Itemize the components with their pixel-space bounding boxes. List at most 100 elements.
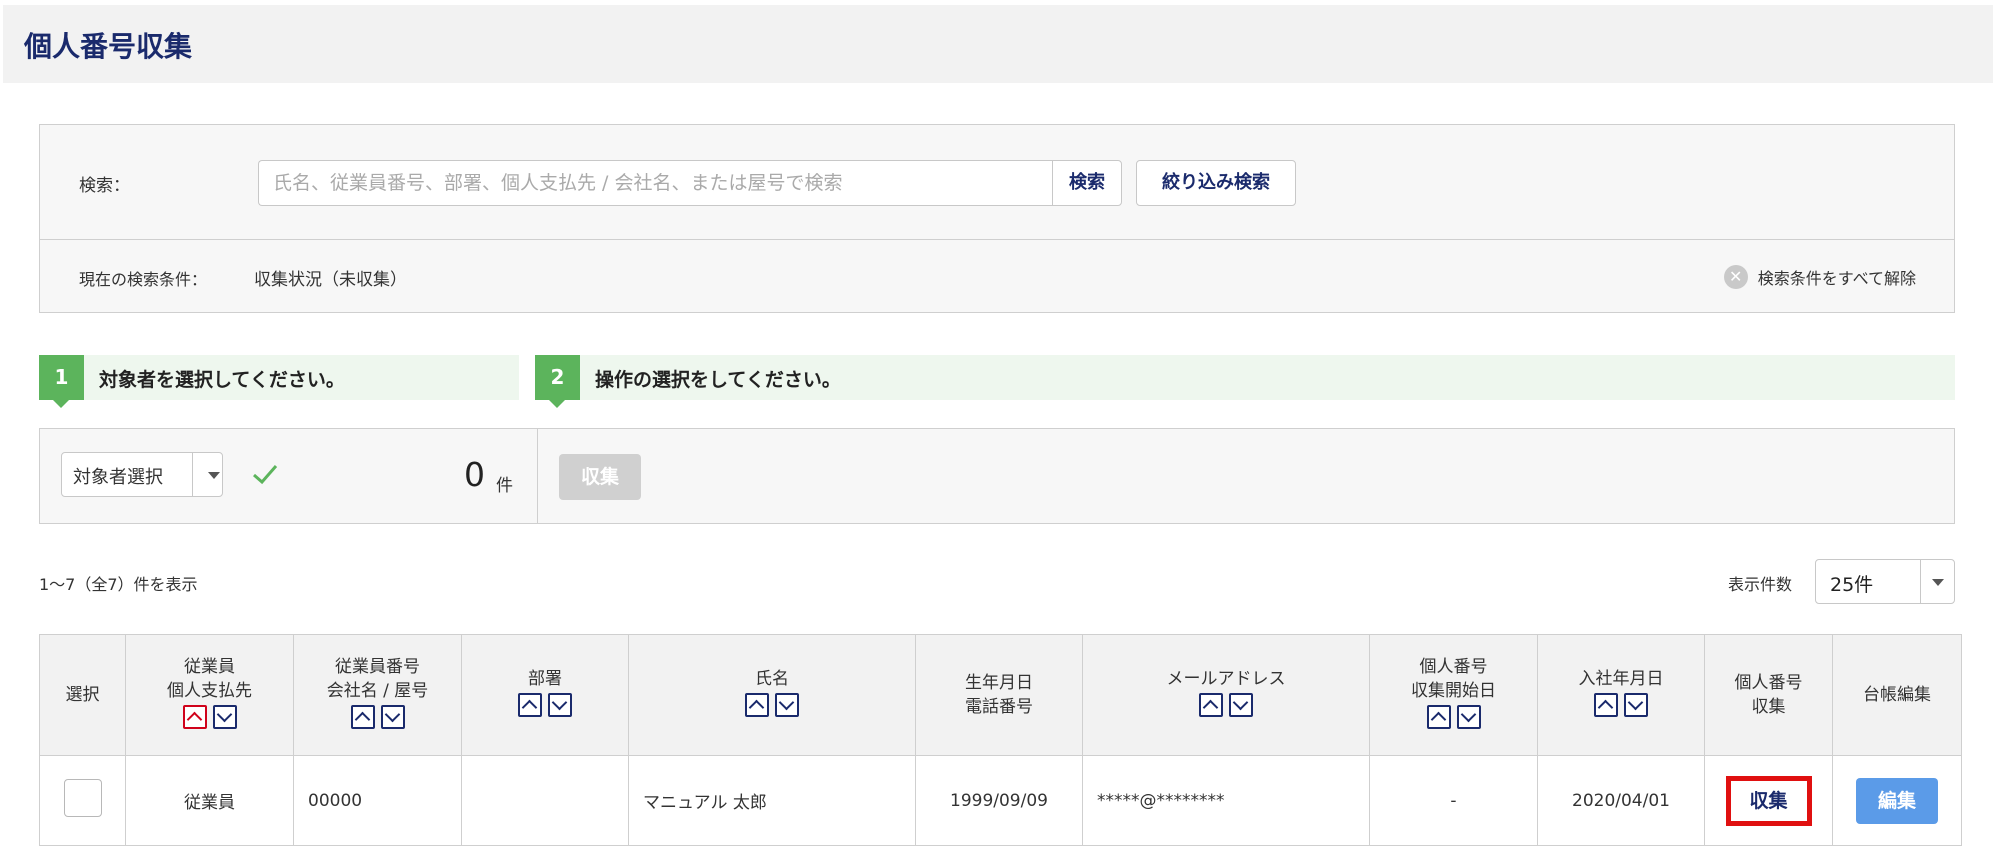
filter-search-button[interactable]: 絞り込み検索 bbox=[1136, 160, 1296, 206]
header-sublabel: 収集開始日 bbox=[1411, 680, 1496, 701]
header-label: 入社年月日 bbox=[1578, 668, 1664, 689]
selected-count: 0 bbox=[464, 455, 485, 494]
column-header-number: 従業員番号 会社名 / 屋号 bbox=[293, 634, 462, 756]
sort-ascending-icon[interactable] bbox=[1199, 692, 1223, 717]
sort-descending-icon[interactable] bbox=[1456, 704, 1481, 729]
clear-all-conditions-label[interactable]: 検索条件をすべて解除 bbox=[1758, 265, 1916, 289]
sort-descending-icon[interactable] bbox=[775, 692, 799, 717]
per-page-label: 表示件数 bbox=[1728, 575, 1793, 594]
column-header-type: 従業員 個人支払先 bbox=[125, 634, 294, 756]
sort-ascending-icon[interactable] bbox=[745, 692, 769, 717]
header-sublabel: 個人支払先 bbox=[167, 680, 252, 701]
header-sublabel: 電話番号 bbox=[965, 697, 1033, 717]
per-page-value: 25件 bbox=[1830, 574, 1874, 596]
sort-ascending-icon[interactable] bbox=[1426, 704, 1451, 729]
header-label: 従業員 bbox=[184, 656, 235, 677]
sort-controls bbox=[1199, 692, 1253, 717]
per-page-select[interactable]: 25件 bbox=[1815, 559, 1955, 604]
sort-controls bbox=[182, 704, 237, 729]
employee-table: 選択 従業員 個人支払先 従業員番号 会社名 / 屋号 部署 氏名 生年月日 電… bbox=[39, 634, 1962, 846]
cell-number: 00000 bbox=[293, 755, 462, 846]
dropdown-divider bbox=[192, 453, 193, 496]
cell-birthdate: 1999/09/09 bbox=[915, 755, 1083, 846]
sort-ascending-icon[interactable] bbox=[350, 704, 375, 729]
current-conditions-value: 収集状況（未収集） bbox=[254, 270, 407, 290]
header-sublabel: 会社名 / 屋号 bbox=[326, 680, 429, 701]
row-edit-button[interactable]: 編集 bbox=[1856, 777, 1938, 824]
cell-hire-date: 2020/04/01 bbox=[1537, 755, 1705, 846]
collect-button-disabled[interactable]: 収集 bbox=[559, 454, 641, 500]
table-header-row: 選択 従業員 個人支払先 従業員番号 会社名 / 屋号 部署 氏名 生年月日 電… bbox=[39, 634, 1962, 756]
clear-circle-icon[interactable]: ✕ bbox=[1723, 265, 1748, 289]
search-button[interactable]: 検索 bbox=[1052, 160, 1122, 206]
sort-controls bbox=[745, 692, 799, 717]
row-collect-button[interactable]: 収集 bbox=[1725, 775, 1812, 826]
cell-select bbox=[39, 755, 126, 846]
search-label: 検索： bbox=[79, 176, 130, 196]
cell-name: マニュアル 太郎 bbox=[628, 755, 916, 846]
target-selection-area: 対象者選択 0 件 bbox=[40, 429, 538, 523]
page-header: 個人番号収集 bbox=[3, 5, 1993, 83]
header-label: 部署 bbox=[528, 668, 562, 689]
step-instruction: 対象者を選択してください。 bbox=[99, 369, 345, 391]
current-conditions: 現在の検索条件： 収集状況（未収集） ✕ 検索条件をすべて解除 bbox=[40, 240, 1954, 314]
header-label: 氏名 bbox=[755, 668, 789, 689]
search-row: 検索： 検索 絞り込み検索 bbox=[40, 125, 1954, 240]
cell-edit: 編集 bbox=[1832, 755, 1962, 846]
column-header-hire-date: 入社年月日 bbox=[1537, 634, 1705, 756]
column-header-collect: 個人番号 収集 bbox=[1704, 634, 1833, 756]
cell-department bbox=[461, 755, 629, 846]
header-label: 台帳編集 bbox=[1863, 685, 1931, 705]
header-sublabel: 収集 bbox=[1751, 697, 1786, 717]
header-label: 個人番号 bbox=[1419, 656, 1488, 677]
header-label: メールアドレス bbox=[1166, 668, 1286, 689]
sort-descending-icon[interactable] bbox=[212, 704, 237, 729]
sort-ascending-icon[interactable] bbox=[1594, 692, 1618, 717]
row-checkbox[interactable] bbox=[63, 779, 102, 817]
header-label: 従業員番号 bbox=[335, 656, 420, 677]
sort-controls bbox=[1594, 692, 1648, 717]
sort-controls bbox=[1426, 704, 1481, 729]
header-label: 個人番号 bbox=[1734, 673, 1803, 693]
result-range-text: 1〜7（全7）件を表示 bbox=[39, 575, 198, 594]
checkmark-icon bbox=[253, 465, 278, 485]
sort-descending-icon[interactable] bbox=[548, 692, 572, 717]
step-number-badge: 2 bbox=[535, 355, 580, 408]
sort-controls bbox=[518, 692, 572, 717]
target-select-dropdown[interactable]: 対象者選択 bbox=[61, 452, 223, 497]
chevron-down-icon[interactable] bbox=[208, 472, 220, 479]
sort-descending-icon[interactable] bbox=[1624, 692, 1648, 717]
column-header-email: メールアドレス bbox=[1082, 634, 1370, 756]
search-panel: 検索： 検索 絞り込み検索 現在の検索条件： 収集状況（未収集） ✕ 検索条件を… bbox=[39, 124, 1955, 313]
action-panel: 対象者選択 0 件 収集 bbox=[39, 428, 1955, 524]
step-2-banner: 2 操作の選択をしてください。 bbox=[535, 355, 1955, 408]
clear-all-conditions[interactable]: ✕ 検索条件をすべて解除 bbox=[1723, 265, 1916, 289]
header-label: 選択 bbox=[65, 685, 100, 705]
current-conditions-label: 現在の検索条件： bbox=[79, 270, 208, 289]
column-header-department: 部署 bbox=[461, 634, 629, 756]
search-input[interactable] bbox=[258, 160, 1054, 206]
column-header-name: 氏名 bbox=[628, 634, 916, 756]
sort-descending-icon[interactable] bbox=[1229, 692, 1253, 717]
step-1-banner: 1 対象者を選択してください。 bbox=[39, 355, 519, 408]
table-row: 従業員 00000 マニュアル 太郎 1999/09/09 *****@****… bbox=[39, 755, 1962, 846]
column-header-edit: 台帳編集 bbox=[1832, 634, 1962, 756]
step-instruction: 操作の選択をしてください。 bbox=[595, 369, 841, 391]
sort-ascending-icon[interactable] bbox=[182, 704, 207, 729]
cell-email: *****@******** bbox=[1082, 755, 1370, 846]
sort-descending-icon[interactable] bbox=[380, 704, 405, 729]
cell-collect-start: - bbox=[1369, 755, 1538, 846]
target-select-label: 対象者選択 bbox=[73, 467, 163, 488]
step-number-badge: 1 bbox=[39, 355, 84, 408]
chevron-down-icon[interactable] bbox=[1932, 579, 1944, 586]
cell-collect: 収集 bbox=[1704, 755, 1833, 846]
sort-ascending-icon[interactable] bbox=[518, 692, 542, 717]
column-header-select: 選択 bbox=[39, 634, 126, 756]
cell-type: 従業員 bbox=[125, 755, 294, 846]
page-title: 個人番号収集 bbox=[24, 30, 193, 63]
dropdown-divider bbox=[1920, 560, 1921, 603]
column-header-collect-start: 個人番号 収集開始日 bbox=[1369, 634, 1538, 756]
selected-count-unit: 件 bbox=[496, 476, 513, 496]
header-label: 生年月日 bbox=[965, 673, 1033, 693]
column-header-birthdate: 生年月日 電話番号 bbox=[915, 634, 1083, 756]
